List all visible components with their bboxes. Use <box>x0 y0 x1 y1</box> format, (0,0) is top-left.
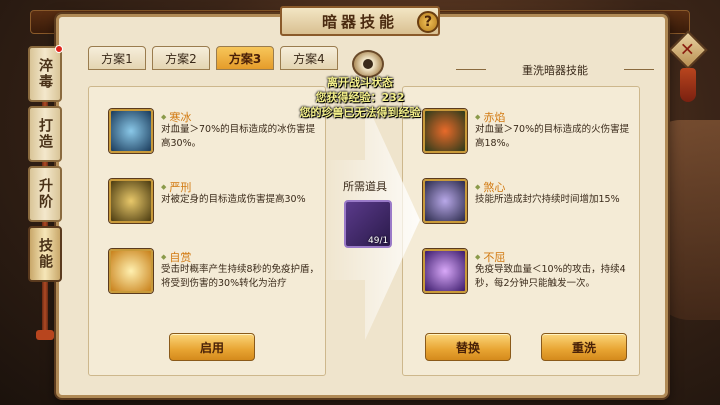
help-icon[interactable]: ? <box>417 11 439 33</box>
skill-desc: 对血量＞70%的目标造成的火伤害提高18%。 <box>475 124 630 149</box>
side-tab-upgrade[interactable]: 升阶 <box>28 166 62 222</box>
self-appreciate-skill-icon <box>109 249 153 293</box>
skill-row[interactable]: 自赏 受击时概率产生持续8秒的免疫护盾，将受到伤害的30%转化为治疗 <box>109 249 319 301</box>
skill-row[interactable]: 严刑 对被定身的目标造成伤害提高30% <box>109 179 319 231</box>
tab-plan-4[interactable]: 方案4 <box>280 46 338 70</box>
fury-skill-icon <box>423 179 467 223</box>
skill-row[interactable]: 不屈 免疫导致血量＜10%的攻击，持续4秒，每2分钟只能触发一次。 <box>423 249 633 301</box>
close-icon: ✕ <box>680 39 696 61</box>
replace-button[interactable]: 替换 <box>425 333 511 361</box>
tab-plan-3[interactable]: 方案3 <box>216 46 274 70</box>
skill-desc: 免疫导致血量＜10%的攻击，持续4秒，每2分钟只能触发一次。 <box>475 264 626 289</box>
system-notice: 您获得经验：232 <box>315 91 405 104</box>
unyielding-skill-icon <box>423 249 467 293</box>
system-notice: 您的珍兽已无法得到经验 <box>299 106 421 119</box>
system-notice: 离开战斗状态 <box>327 76 393 89</box>
tab-plan-2[interactable]: 方案2 <box>152 46 210 70</box>
skill-desc: 受击时概率产生持续8秒的免疫护盾，将受到伤害的30%转化为治疗 <box>161 264 320 289</box>
plan-tabs: 方案1 方案2 方案3 方案4 <box>88 46 338 70</box>
side-tab-skills[interactable]: 技能 <box>28 226 62 282</box>
item-count: 49/1 <box>368 236 389 246</box>
apply-button[interactable]: 启用 <box>169 333 255 361</box>
current-skills-panel: 寒冰 对血量＞70%的目标造成的冰伤害提高30%。 严刑 对被定身的目标造成伤害… <box>88 86 326 376</box>
close-button[interactable]: ✕ <box>668 30 708 70</box>
tab-plan-1[interactable]: 方案1 <box>88 46 146 70</box>
skill-desc: 对血量＞70%的目标造成的冰伤害提高30%。 <box>161 124 316 149</box>
skill-desc: 技能所造成封穴持续时间增加15% <box>475 194 620 205</box>
new-skills-panel: 赤焰 对血量＞70%的目标造成的火伤害提高18%。 煞心 技能所造成封穴持续时间… <box>402 86 640 376</box>
rewash-button[interactable]: 重洗 <box>541 333 627 361</box>
notification-dot <box>55 45 63 53</box>
skill-desc: 对被定身的目标造成伤害提高30% <box>161 194 306 205</box>
punish-skill-icon <box>109 179 153 223</box>
skill-row[interactable]: 煞心 技能所造成封穴持续时间增加15% <box>423 179 633 231</box>
side-knot-decoration <box>36 330 54 340</box>
window-title: 暗器技能 <box>280 6 440 36</box>
required-item-label: 所需道具 <box>343 180 387 193</box>
